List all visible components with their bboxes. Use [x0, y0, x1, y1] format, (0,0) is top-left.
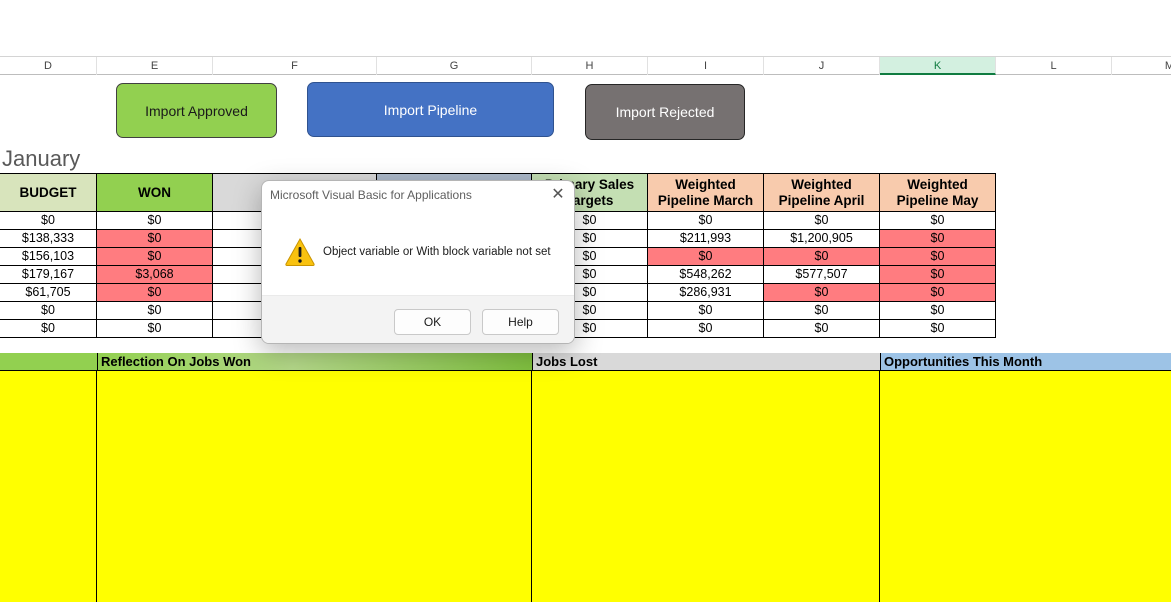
table-cell-april[interactable]: $577,507 — [764, 266, 880, 284]
column-header-h[interactable]: H — [532, 57, 648, 75]
table-cell-may[interactable]: $0 — [880, 284, 996, 302]
header-pipeline-april[interactable]: Weighted Pipeline April — [764, 173, 880, 212]
table-cell-budget[interactable]: $156,103 — [0, 248, 97, 266]
table-cell-won[interactable]: $0 — [97, 302, 213, 320]
import-pipeline-button[interactable]: Import Pipeline — [307, 82, 554, 137]
table-cell-march[interactable]: $548,262 — [648, 266, 764, 284]
table-cell-april[interactable]: $0 — [764, 284, 880, 302]
column-header-d[interactable]: D — [0, 57, 97, 75]
column-header-f[interactable]: F — [213, 57, 377, 75]
column-header-g[interactable]: G — [377, 57, 532, 75]
table-cell-march[interactable]: $0 — [648, 302, 764, 320]
table-cell-budget[interactable]: $0 — [0, 302, 97, 320]
notes-area-jobs-lost[interactable] — [532, 371, 880, 602]
table-cell-may[interactable]: $0 — [880, 266, 996, 284]
table-cell-april[interactable]: $0 — [764, 248, 880, 266]
import-approved-button[interactable]: Import Approved — [116, 83, 277, 138]
help-button[interactable]: Help — [482, 309, 559, 335]
table-cell-march[interactable]: $0 — [648, 320, 764, 338]
table-cell-may[interactable]: $0 — [880, 248, 996, 266]
dialog-title: Microsoft Visual Basic for Applications — [270, 188, 472, 202]
table-cell-march[interactable]: $0 — [648, 248, 764, 266]
table-cell-may[interactable]: $0 — [880, 302, 996, 320]
notes-area-reflection[interactable] — [97, 371, 532, 602]
notes-area-blank[interactable] — [0, 371, 97, 602]
table-cell-won[interactable]: $0 — [97, 248, 213, 266]
notes-area-opportunities[interactable] — [880, 371, 1171, 602]
section-header-jobs-lost[interactable]: Jobs Lost — [532, 353, 880, 371]
header-budget[interactable]: BUDGET — [0, 173, 97, 212]
header-won[interactable]: WON — [97, 173, 213, 212]
table-cell-may[interactable]: $0 — [880, 230, 996, 248]
column-header-bar: DEFGHIJKLM — [0, 56, 1171, 75]
column-header-i[interactable]: I — [648, 57, 764, 75]
table-cell-april[interactable]: $0 — [764, 320, 880, 338]
table-cell-april[interactable]: $0 — [764, 212, 880, 230]
table-cell-march[interactable]: $286,931 — [648, 284, 764, 302]
table-cell-budget[interactable]: $0 — [0, 320, 97, 338]
table-cell-won[interactable]: $0 — [97, 320, 213, 338]
table-cell-april[interactable]: $0 — [764, 302, 880, 320]
header-pipeline-may[interactable]: Weighted Pipeline May — [880, 173, 996, 212]
table-cell-may[interactable]: $0 — [880, 212, 996, 230]
section-header-reflection[interactable]: Reflection On Jobs Won — [97, 353, 532, 371]
dialog-footer: OK Help — [262, 295, 574, 343]
dialog-message: Object variable or With block variable n… — [323, 246, 551, 258]
vba-error-dialog: Microsoft Visual Basic for Applications … — [261, 180, 575, 344]
table-cell-march[interactable]: $211,993 — [648, 230, 764, 248]
section-header-opportunities[interactable]: Opportunities This Month — [880, 353, 1171, 371]
table-cell-budget[interactable]: $138,333 — [0, 230, 97, 248]
table-cell-won[interactable]: $0 — [97, 212, 213, 230]
table-cell-budget[interactable]: $61,705 — [0, 284, 97, 302]
table-cell-won[interactable]: $0 — [97, 230, 213, 248]
table-cell-april[interactable]: $1,200,905 — [764, 230, 880, 248]
table-cell-budget[interactable]: $0 — [0, 212, 97, 230]
ok-button[interactable]: OK — [394, 309, 471, 335]
table-cell-march[interactable]: $0 — [648, 212, 764, 230]
import-rejected-button[interactable]: Import Rejected — [585, 84, 745, 140]
column-header-e[interactable]: E — [97, 57, 213, 75]
table-cell-budget[interactable]: $179,167 — [0, 266, 97, 284]
column-header-k[interactable]: K — [880, 57, 996, 75]
table-cell-won[interactable]: $0 — [97, 284, 213, 302]
month-label: January — [2, 146, 81, 171]
column-header-m[interactable]: M — [1112, 57, 1171, 75]
column-header-j[interactable]: J — [764, 57, 880, 75]
table-cell-may[interactable]: $0 — [880, 320, 996, 338]
column-header-l[interactable]: L — [996, 57, 1112, 75]
header-pipeline-march[interactable]: Weighted Pipeline March — [648, 173, 764, 212]
table-cell-won[interactable]: $3,068 — [97, 266, 213, 284]
section-header-blank[interactable] — [0, 353, 97, 371]
warning-icon — [285, 237, 315, 266]
close-icon[interactable]: ✕ — [548, 185, 568, 205]
